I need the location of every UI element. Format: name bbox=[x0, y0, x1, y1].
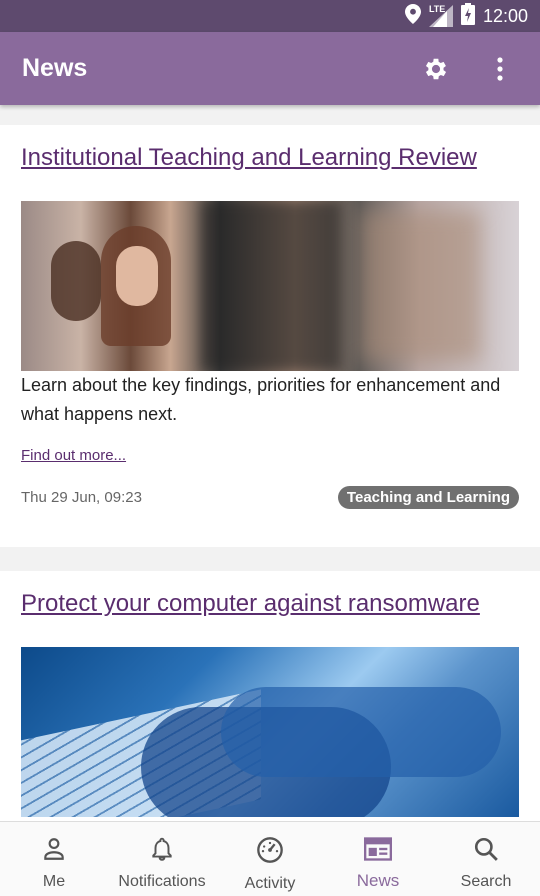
photo-detail bbox=[116, 246, 158, 306]
location-icon bbox=[404, 3, 421, 29]
article-image[interactable] bbox=[21, 201, 519, 371]
news-card: Protect your computer against ransomware bbox=[0, 571, 540, 821]
nav-label: Me bbox=[42, 873, 66, 890]
article-title-link[interactable]: Institutional Teaching and Learning Revi… bbox=[21, 125, 519, 171]
nav-label: News bbox=[356, 871, 400, 890]
category-tag[interactable]: Teaching and Learning bbox=[337, 486, 519, 509]
page-title: News bbox=[22, 54, 88, 82]
battery-icon bbox=[460, 2, 475, 30]
nav-label: Activity bbox=[244, 875, 296, 892]
nav-activity[interactable]: Activity bbox=[216, 822, 324, 896]
nav-label: Search bbox=[460, 873, 512, 890]
cell-signal-icon: LTE bbox=[428, 4, 453, 27]
article-meta: Thu 29 Jun, 09:23 Teaching and Learning bbox=[21, 486, 519, 509]
article-summary: Learn about the key findings, priorities… bbox=[21, 375, 501, 424]
photo-detail bbox=[51, 241, 101, 321]
article-date: Thu 29 Jun, 09:23 bbox=[21, 489, 142, 506]
nav-search[interactable]: Search bbox=[432, 822, 540, 896]
network-type: LTE bbox=[428, 4, 446, 14]
gauge-icon bbox=[256, 836, 284, 869]
gear-icon[interactable] bbox=[418, 51, 454, 87]
nav-news[interactable]: News bbox=[324, 822, 432, 896]
photo-detail bbox=[201, 201, 341, 371]
nav-notifications[interactable]: Notifications bbox=[108, 822, 216, 896]
bottom-navigation: Me Notifications Activity News Search bbox=[0, 821, 540, 896]
photo-detail bbox=[221, 687, 501, 777]
search-icon bbox=[473, 836, 499, 867]
nav-label: Notifications bbox=[118, 873, 206, 890]
photo-detail bbox=[361, 211, 481, 361]
article-image[interactable] bbox=[21, 647, 519, 817]
find-out-more-link[interactable]: Find out more... bbox=[21, 447, 126, 464]
person-icon bbox=[41, 836, 67, 867]
nav-me[interactable]: Me bbox=[0, 822, 108, 896]
more-vert-icon[interactable] bbox=[482, 51, 518, 87]
news-card: Institutional Teaching and Learning Revi… bbox=[0, 125, 540, 547]
news-feed[interactable]: Institutional Teaching and Learning Revi… bbox=[0, 105, 540, 821]
article-title-link[interactable]: Protect your computer against ransomware bbox=[21, 571, 519, 617]
bell-icon bbox=[149, 836, 175, 867]
newspaper-icon bbox=[364, 836, 392, 867]
clock: 12:00 bbox=[482, 5, 528, 26]
app-bar: News bbox=[0, 32, 540, 105]
status-bar: LTE 12:00 bbox=[0, 0, 540, 32]
